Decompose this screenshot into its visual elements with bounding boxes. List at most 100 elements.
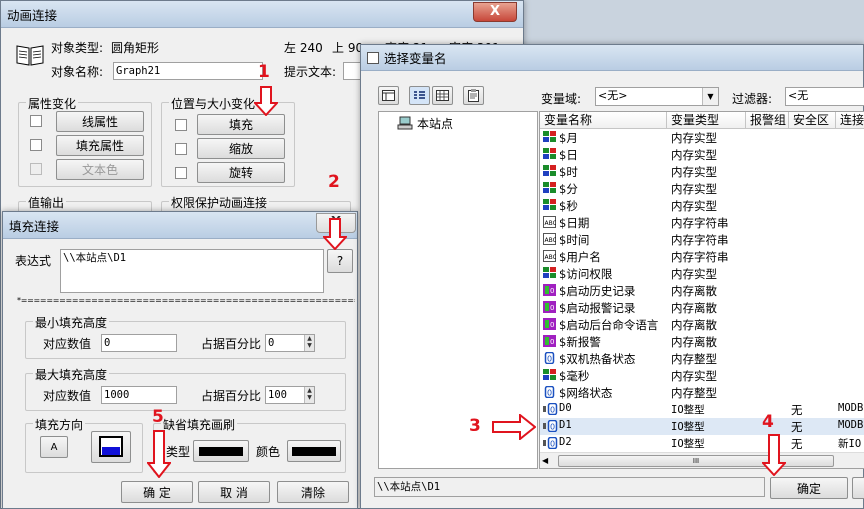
close-button[interactable]: X [473, 2, 517, 22]
computer-icon [397, 116, 413, 130]
list-item[interactable]: 0 D1 IO整型 无 MODB [540, 418, 864, 435]
object-name-input[interactable]: Graph21 [113, 62, 263, 80]
cancel-button[interactable]: 取 消 [198, 481, 270, 503]
annotation-3: 3 [469, 416, 481, 436]
expression-label: 表达式 [15, 254, 52, 268]
list-item[interactable]: 0 D0 IO整型 无 MODB [540, 401, 864, 418]
direction-a-button[interactable]: A [40, 436, 68, 458]
variable-type-icon [543, 148, 556, 160]
variable-type-icon: 0 [543, 402, 558, 416]
group-label: 位置与大小变化 [169, 95, 258, 112]
variable-list: 变量名称 变量类型 报警组 安全区 连接 $月 内存实型 $日 内存实型 $时 内存实型 $分 内存实… [539, 111, 864, 469]
list-item[interactable]: 0 $启动后台命令语言 内存离散 [540, 316, 864, 333]
list-item[interactable]: 0 $双机热备状态 内存整型 [540, 350, 864, 367]
brush-color-label: 颜色 [256, 445, 281, 459]
variable-type: IO整型 [671, 404, 705, 416]
column-header[interactable]: 报警组 [746, 112, 789, 129]
max-value-input[interactable]: 1000 [101, 386, 177, 404]
list-item[interactable]: $访问权限 内存实型 [540, 265, 864, 282]
connection: 新IO [838, 438, 862, 450]
variable-type: IO整型 [671, 438, 705, 450]
brush-color-button[interactable] [287, 440, 341, 462]
list-item[interactable]: ABC $时间 内存字符串 [540, 231, 864, 248]
variable-type-icon [543, 165, 556, 177]
scale-checkbox[interactable] [175, 143, 187, 155]
list-item[interactable]: $时 内存实型 [540, 163, 864, 180]
chevron-down-icon[interactable]: ▼ [702, 88, 718, 105]
variable-name: $访问权限 [559, 267, 613, 281]
view-detail-icon[interactable] [432, 86, 453, 105]
view-properties-icon[interactable] [463, 86, 484, 105]
line-prop-button[interactable]: 线属性 [56, 111, 144, 132]
fill-direction-icon[interactable] [91, 431, 131, 463]
dialog-title: 选择变量名 [384, 51, 447, 66]
column-header[interactable]: 变量名称 [540, 112, 667, 129]
scroll-left-icon[interactable]: ◀ [542, 456, 548, 465]
variable-type-icon: 0 [543, 436, 558, 450]
fill-checkbox[interactable] [175, 119, 187, 131]
min-percent-spinner[interactable]: ▲ ▼ [304, 335, 314, 351]
list-item[interactable]: 0 D2 IO整型 无 新IO [540, 435, 864, 452]
list-item[interactable]: $分 内存实型 [540, 180, 864, 197]
scale-button[interactable]: 缩放 [197, 138, 285, 159]
fill-prop-button[interactable]: 填充属性 [56, 135, 144, 156]
object-name-label: 对象名称: [51, 65, 104, 79]
list-item[interactable]: 0 $启动历史记录 内存离散 [540, 282, 864, 299]
domain-select[interactable]: <无> [595, 87, 719, 106]
svg-text:0: 0 [550, 440, 555, 449]
list-item[interactable]: $月 内存实型 [540, 129, 864, 146]
brush-type-button[interactable] [193, 440, 249, 462]
horizontal-scrollbar[interactable]: ◀ III [540, 452, 864, 468]
list-item[interactable]: ABC $用户名 内存字符串 [540, 248, 864, 265]
scroll-thumb[interactable]: III [558, 455, 834, 467]
list-item[interactable]: ABC $日期 内存字符串 [540, 214, 864, 231]
variable-type: 内存实型 [671, 267, 717, 281]
confirm-button[interactable]: 确定 [770, 477, 848, 499]
min-value-input[interactable]: 0 [101, 334, 177, 352]
tree-root-label[interactable]: 本站点 [417, 115, 453, 132]
svg-text:0: 0 [547, 389, 552, 398]
max-percent-label: 占据百分比 [201, 389, 262, 403]
clear-button[interactable]: 清除 [277, 481, 349, 503]
variable-type: 内存离散 [671, 284, 717, 298]
view-list-icon[interactable] [409, 86, 430, 105]
filter-select[interactable]: <无 [785, 87, 864, 106]
group-label: 缺省填充画刷 [161, 416, 238, 433]
variable-type-icon: 0 [543, 385, 556, 399]
list-item[interactable]: $毫秒 内存实型 [540, 367, 864, 384]
variable-type: 内存实型 [671, 182, 717, 196]
dialog-title: 动画连接 [7, 7, 58, 23]
variable-name: $双机热备状态 [559, 352, 636, 366]
object-type-label: 对象类型: [51, 41, 104, 55]
partial-button[interactable] [852, 477, 864, 499]
variable-type-icon: ABC [543, 233, 557, 245]
rotate-checkbox[interactable] [175, 167, 187, 179]
group-label: 填充方向 [33, 416, 86, 433]
list-item[interactable]: 0 $网络状态 内存整型 [540, 384, 864, 401]
variable-type-icon: ABC [543, 250, 557, 262]
list-item[interactable]: $秒 内存实型 [540, 197, 864, 214]
annotation-5: 5 [152, 407, 164, 427]
svg-text:0: 0 [550, 406, 555, 415]
group-label: 值输出 [26, 194, 67, 211]
variable-type: 内存字符串 [671, 216, 729, 230]
variable-name: $时 [559, 165, 578, 179]
rotate-button[interactable]: 旋转 [197, 162, 285, 183]
column-header[interactable]: 安全区 [789, 112, 836, 129]
ok-button[interactable]: 确 定 [121, 481, 193, 503]
column-header[interactable]: 变量类型 [667, 112, 746, 129]
view-large-icon[interactable] [378, 86, 399, 105]
variable-type: 内存离散 [671, 335, 717, 349]
domain-label: 变量域: [541, 92, 582, 106]
list-item[interactable]: 0 $新报警 内存离散 [540, 333, 864, 350]
expression-input[interactable]: \\本站点\D1 [60, 249, 324, 293]
list-item[interactable]: 0 $启动报警记录 内存离散 [540, 299, 864, 316]
column-header[interactable]: 连接 [836, 112, 864, 129]
selected-path-field[interactable]: \\本站点\D1 [374, 477, 765, 497]
line-prop-checkbox[interactable] [30, 115, 42, 127]
list-item[interactable]: $日 内存实型 [540, 146, 864, 163]
fill-prop-checkbox[interactable] [30, 139, 42, 151]
variable-name: $时间 [559, 233, 590, 247]
variable-name: $分 [559, 182, 578, 196]
max-percent-spinner[interactable]: ▲ ▼ [304, 387, 314, 403]
